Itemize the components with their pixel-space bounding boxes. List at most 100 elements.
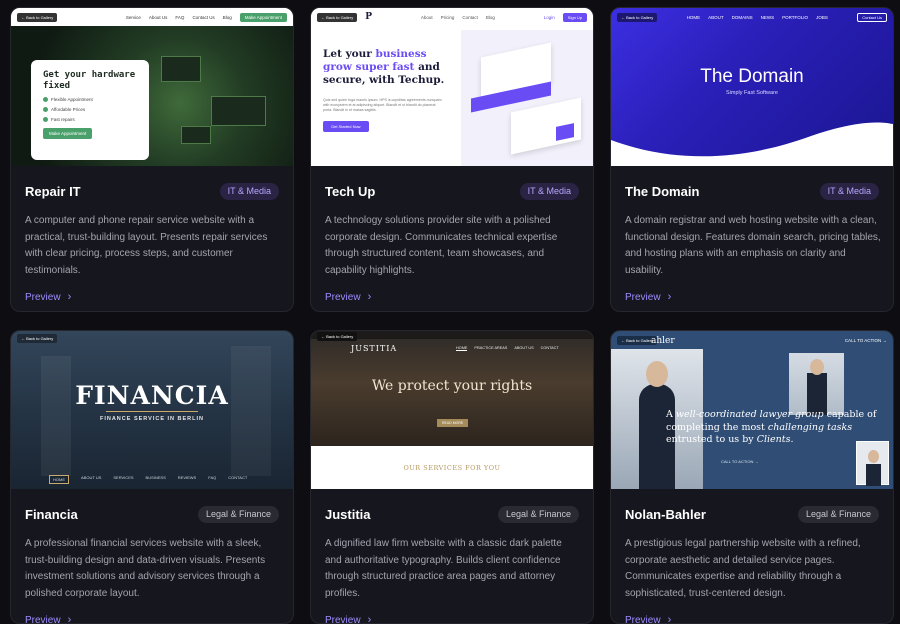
card-title: Justitia <box>325 507 371 522</box>
card-body: Nolan-Bahler Legal & Finance A prestigio… <box>625 489 879 623</box>
mock-nav-link: ABOUT <box>708 14 724 20</box>
check-icon <box>43 97 48 102</box>
mock-nav-link: BUSINESS <box>145 475 166 480</box>
mock-footer-nav: HOME ABOUT US SERVICES BUSINESS REVIEWS … <box>49 475 247 484</box>
mock-nav-link: NEWS <box>760 14 775 20</box>
back-to-gallery-button: ← Back to Gallery <box>317 331 358 341</box>
mock-navbar: ← Back to Gallery <box>311 331 593 341</box>
category-badge: Legal & Finance <box>797 506 879 523</box>
back-to-gallery-button: ← Back to Gallery <box>317 12 358 22</box>
card-body: Financia Legal & Finance A professional … <box>25 489 279 623</box>
card-body: Repair IT IT & Media A computer and phon… <box>25 166 279 311</box>
preview-label: Preview <box>25 614 61 624</box>
template-thumbnail[interactable]: ← Back to Gallery JUSTITIA HOME PRACTICE… <box>311 331 593 489</box>
mock-hero-box: Get your hardware fixed Flexible Appoint… <box>31 60 149 160</box>
mock-nav-link: ABOUT US <box>81 475 102 480</box>
mock-nav-link: CONTACT <box>540 346 559 350</box>
mock-bullet-text: Fast repairs <box>51 117 75 122</box>
preview-link[interactable]: Preview › <box>625 614 671 624</box>
back-to-gallery-button: ← Back to Gallery <box>617 12 658 22</box>
template-thumbnail[interactable]: ← Back to Gallery CALL TO ACTION → ahler… <box>611 331 893 489</box>
card-body: Justitia Legal & Finance A dignified law… <box>325 489 579 623</box>
mock-nav-link: SERVICES <box>113 475 134 480</box>
mock-navbar: ← Back to Gallery Service About Us FAQ C… <box>11 8 293 26</box>
mock-hero-button: Make Appointment <box>43 128 93 139</box>
preview-link[interactable]: Preview › <box>25 614 71 624</box>
template-card-tech-up[interactable]: ← Back to Gallery P About Pricing Contac… <box>310 7 594 312</box>
mock-bullet-text: Affordable Prices <box>51 107 86 112</box>
mock-services-heading: OUR SERVICES FOR YOU <box>403 464 501 472</box>
mock-nav-link: FAQ <box>208 475 217 480</box>
mock-hero-heading: The Domain <box>700 66 804 87</box>
card-description: A prestigious legal partnership website … <box>625 538 861 599</box>
mock-hero-heading: Let your business grow super fast and se… <box>323 48 453 87</box>
template-thumbnail[interactable]: ← Back to Gallery HOME ABOUT DOMAINS NEW… <box>611 8 893 166</box>
category-badge: Legal & Finance <box>197 506 279 523</box>
mock-navbar: ← Back to Gallery <box>11 331 293 345</box>
mock-nav-link: CONTACT <box>228 475 248 480</box>
template-card-the-domain[interactable]: ← Back to Gallery HOME ABOUT DOMAINS NEW… <box>610 7 894 312</box>
card-body: The Domain IT & Media A domain registrar… <box>625 166 881 311</box>
category-badge: IT & Media <box>219 183 279 200</box>
mock-nav-link: About <box>420 14 433 20</box>
mock-call-to-action: CALL TO ACTION → <box>721 459 759 464</box>
mock-nav-link: About Us <box>148 14 168 20</box>
card-description: A computer and phone repair service webs… <box>25 215 268 276</box>
check-icon <box>43 107 48 112</box>
template-card-nolan-bahler[interactable]: ← Back to Gallery CALL TO ACTION → ahler… <box>610 330 894 624</box>
mock-nav-link: Pricing <box>440 14 455 20</box>
mock-hero-text: A <box>666 409 676 420</box>
dashboard-mockup-graphic <box>461 30 593 166</box>
mock-logo: ahler <box>651 336 675 346</box>
mock-navbar: ← Back to Gallery HOME ABOUT DOMAINS NEW… <box>611 8 893 26</box>
mock-nav-link: FAQ <box>175 14 185 20</box>
card-description: A dignified law firm website with a clas… <box>325 538 562 599</box>
mock-cta-button: Make Appointment <box>239 12 287 22</box>
mock-logo: JUSTITIA <box>351 344 398 353</box>
card-title: The Domain <box>625 184 700 199</box>
card-title: Financia <box>25 507 78 522</box>
mock-nav-link: Blog <box>222 14 232 20</box>
chevron-right-icon: › <box>367 614 372 624</box>
preview-link[interactable]: Preview › <box>325 614 372 624</box>
mock-nav-link: HOME <box>686 14 701 20</box>
card-title: Tech Up <box>325 184 376 199</box>
mock-nav-link: PRACTICE AREAS <box>474 346 508 350</box>
card-title: Repair IT <box>25 184 81 199</box>
lawyer-photo <box>789 353 844 415</box>
mock-nav-link: HOME <box>456 346 468 351</box>
mock-nav-link: HOME <box>49 475 69 484</box>
mock-hero-text: Let your <box>323 48 376 60</box>
template-thumbnail[interactable]: ← Back to Gallery FINANCIA FINANCE SERVI… <box>11 331 293 489</box>
preview-label: Preview <box>625 614 661 624</box>
template-card-repair-it[interactable]: ← Back to Gallery Service About Us FAQ C… <box>10 7 294 312</box>
card-description: A technology solutions provider site wit… <box>325 215 558 276</box>
mock-hero-heading: FINANCIA <box>75 381 229 410</box>
card-description: A domain registrar and web hosting websi… <box>625 215 881 276</box>
mock-nav-link: Contact Us <box>192 14 215 20</box>
card-description: A professional financial services websit… <box>25 538 266 599</box>
mock-hero-text: entrusted to us by <box>666 434 757 445</box>
mock-hero-emphasis: Clients <box>756 434 791 445</box>
chevron-right-icon: › <box>667 291 672 303</box>
person-head <box>868 450 879 463</box>
template-thumbnail[interactable]: ← Back to Gallery Service About Us FAQ C… <box>11 8 293 166</box>
mock-nav-link: Blog <box>485 14 495 20</box>
mock-nav: HOME PRACTICE AREAS ABOUT US CONTACT <box>456 346 559 351</box>
back-to-gallery-button: ← Back to Gallery <box>17 12 58 22</box>
preview-link[interactable]: Preview › <box>325 291 371 303</box>
template-card-justitia[interactable]: ← Back to Gallery JUSTITIA HOME PRACTICE… <box>310 330 594 624</box>
mock-contact-button: Contact Us <box>857 12 887 22</box>
mock-hero-emphasis: well-coordinated lawyer group <box>675 409 824 420</box>
preview-label: Preview <box>625 291 661 303</box>
mock-logo: P <box>365 12 373 22</box>
preview-link[interactable]: Preview › <box>25 291 71 303</box>
template-thumbnail[interactable]: ← Back to Gallery P About Pricing Contac… <box>311 8 593 166</box>
preview-link[interactable]: Preview › <box>625 291 671 303</box>
mock-bullet: Affordable Prices <box>43 107 137 112</box>
divider-line <box>106 411 198 412</box>
mock-nav-link: JOBS <box>816 14 828 20</box>
mock-cta-link: CALL TO ACTION → <box>844 337 887 343</box>
template-card-financia[interactable]: ← Back to Gallery FINANCIA FINANCE SERVI… <box>10 330 294 624</box>
mock-signup-button: Sign Up <box>562 12 588 22</box>
